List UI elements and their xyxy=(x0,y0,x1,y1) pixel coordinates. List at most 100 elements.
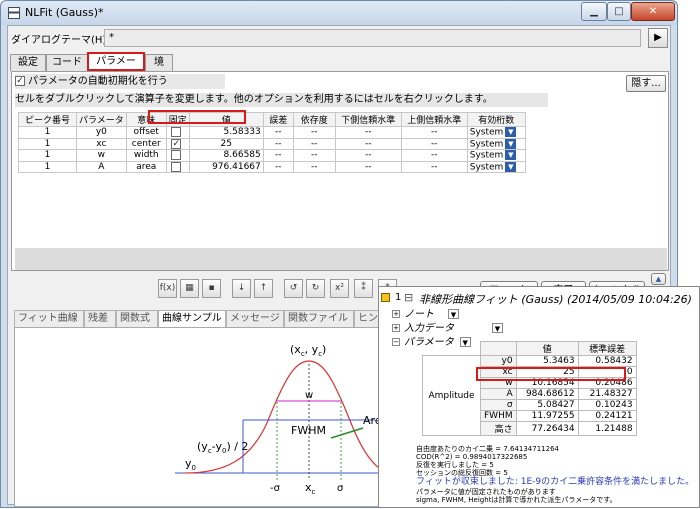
dropdown-icon[interactable]: ▼ xyxy=(505,127,517,137)
expand-icon[interactable]: + xyxy=(392,324,400,332)
cell-dependency[interactable]: -- xyxy=(292,126,336,139)
tab-formula[interactable]: 関数式 xyxy=(116,310,158,327)
fixed-checkbox[interactable] xyxy=(171,161,182,172)
cell-error[interactable]: -- xyxy=(262,160,294,173)
table-row[interactable]: 1 xc center ✓ 25 -- -- -- -- System ▼ xyxy=(18,137,526,150)
sort-up-icon[interactable]: ↑ xyxy=(254,279,273,298)
group-label: Amplitude xyxy=(422,355,481,436)
table-row[interactable]: 1 w width 8.66585 -- -- -- -- System ▼ xyxy=(18,149,526,162)
cell-param[interactable]: xc xyxy=(76,137,127,150)
table-header-row: 値 標準誤差 xyxy=(423,341,637,356)
param-error: 0.10243 xyxy=(577,399,637,411)
col-ucl: 上側信頼水準 xyxy=(400,112,468,127)
cell-ucl[interactable]: -- xyxy=(400,149,468,162)
cell-peak[interactable]: 1 xyxy=(18,160,77,173)
collapse-icon[interactable]: ▲ xyxy=(651,273,666,285)
maximize-button[interactable]: □ xyxy=(607,2,631,21)
cell-value[interactable]: 8.66585 xyxy=(188,149,264,162)
table-row[interactable]: 1 A area 976.41667 -- -- -- -- System ▼ xyxy=(18,160,526,173)
dropdown-icon[interactable]: ▼ xyxy=(505,138,517,149)
tree-item-notes[interactable]: + ノート ▼ xyxy=(392,305,459,320)
cell-peak[interactable]: 1 xyxy=(18,126,77,139)
cell-lcl[interactable]: -- xyxy=(334,149,402,162)
lock-icon[interactable] xyxy=(381,293,390,302)
cell-sig-digits[interactable]: System ▼ xyxy=(466,126,526,139)
title-bar[interactable]: NLFit (Gauss)* ▁ □ ✕ xyxy=(1,1,677,25)
fixed-checkbox[interactable] xyxy=(171,127,182,137)
table-header-row: ピーク番号 パラメータ 意味 固定 値 誤差 依存度 下側信頼水準 上側信頼水準… xyxy=(18,112,526,127)
tab-bounds[interactable]: 境界 xyxy=(145,54,173,83)
save-icon[interactable]: ▪ xyxy=(202,279,221,298)
cell-fixed[interactable] xyxy=(165,149,190,162)
chi-square-icon[interactable]: x² xyxy=(330,279,349,298)
cell-sig-digits[interactable]: System ▼ xyxy=(466,160,526,173)
result-parameter-table: 値 標準誤差 Amplitude y0 5.3463 0.58432 xc 25… xyxy=(422,341,637,436)
hide-button[interactable]: 隠す... xyxy=(626,75,666,92)
cell-lcl[interactable]: -- xyxy=(334,126,402,139)
cell-meaning[interactable]: center xyxy=(125,137,167,150)
cell-dependency[interactable]: -- xyxy=(292,149,336,162)
cell-lcl[interactable]: -- xyxy=(334,137,402,150)
cell-peak[interactable]: 1 xyxy=(18,137,77,150)
cell-sig-digits[interactable]: System ▼ xyxy=(466,149,526,162)
collapse-icon[interactable]: − xyxy=(392,338,400,346)
tab-parameters[interactable]: パラメータ xyxy=(87,52,145,82)
cell-fixed[interactable] xyxy=(165,126,190,139)
fixed-checkbox[interactable]: ✓ xyxy=(171,138,182,149)
cell-dependency[interactable]: -- xyxy=(292,160,336,173)
minimize-button[interactable]: ▁ xyxy=(581,2,607,21)
tab-function-file[interactable]: 関数ファイル xyxy=(284,310,354,327)
cell-fixed[interactable]: ✓ xyxy=(165,137,190,150)
cell-dependency[interactable]: -- xyxy=(292,137,336,150)
cell-peak[interactable]: 1 xyxy=(18,149,77,162)
auto-init-row[interactable]: ✓ パラメータの自動初期化を行う xyxy=(15,74,225,89)
close-button[interactable]: ✕ xyxy=(631,2,675,21)
dropdown-icon[interactable]: ▼ xyxy=(505,161,517,172)
sort-down-icon[interactable]: ↓ xyxy=(232,279,251,298)
cell-ucl[interactable]: -- xyxy=(400,160,468,173)
theme-field[interactable]: * xyxy=(104,29,641,47)
expand-icon[interactable]: + xyxy=(392,310,400,318)
dropdown-icon[interactable]: ▼ xyxy=(505,150,517,160)
cell-error[interactable]: -- xyxy=(262,137,294,150)
parameter-table: ピーク番号 パラメータ 意味 固定 値 誤差 依存度 下側信頼水準 上側信頼水準… xyxy=(18,112,526,173)
tab-messages[interactable]: メッセージ xyxy=(226,310,284,327)
theme-label: ダイアログテーマ(H) xyxy=(11,35,107,46)
cell-ucl[interactable]: -- xyxy=(400,137,468,150)
fixed-checkbox[interactable] xyxy=(171,150,182,160)
table-row[interactable]: 1 y0 offset 5.58333 -- -- -- -- System ▼ xyxy=(18,126,526,139)
cell-ucl[interactable]: -- xyxy=(400,126,468,139)
tab-curve-sample[interactable]: 曲線サンプル xyxy=(158,310,226,327)
dropdown-icon[interactable]: ▼ xyxy=(448,309,459,319)
cell-value[interactable]: 25 xyxy=(188,137,264,150)
tab-settings[interactable]: 設定 xyxy=(10,54,46,71)
param-table-icon[interactable]: ▦ xyxy=(180,279,199,298)
cell-sig-digits[interactable]: System ▼ xyxy=(466,137,526,150)
note-line: COD(R^2) = 0.9894017322685 xyxy=(416,453,528,461)
cell-value[interactable]: 976.41667 xyxy=(188,160,264,173)
dropdown-icon[interactable]: ▼ xyxy=(492,323,503,333)
cell-error[interactable]: -- xyxy=(262,149,294,162)
cell-fixed[interactable] xyxy=(165,160,190,173)
cell-param[interactable]: w xyxy=(76,149,127,162)
param-init-icon[interactable]: f(x) xyxy=(158,279,177,298)
cell-meaning[interactable]: offset xyxy=(125,126,167,139)
cell-meaning[interactable]: area xyxy=(125,160,167,173)
theme-arrow-button[interactable]: ▶ xyxy=(648,28,668,48)
fit-until-converge-icon[interactable]: ↻ xyxy=(306,279,325,298)
cell-value[interactable]: 5.58333 xyxy=(188,126,264,139)
xc-yc-label: (xc, yc) xyxy=(290,343,326,358)
tree-item-input-data[interactable]: + 入力データ ▼ xyxy=(392,319,503,334)
cell-meaning[interactable]: width xyxy=(125,149,167,162)
tab-code[interactable]: コード xyxy=(46,54,88,71)
simulate-icon[interactable]: ⁑ xyxy=(354,279,373,298)
cell-error[interactable]: -- xyxy=(262,126,294,139)
cell-param[interactable]: A xyxy=(76,160,127,173)
collapse-icon[interactable]: ⊟ xyxy=(404,291,413,304)
cell-param[interactable]: y0 xyxy=(76,126,127,139)
tab-fit-curve[interactable]: フィット曲線 xyxy=(14,310,84,327)
auto-init-checkbox[interactable]: ✓ xyxy=(15,76,25,86)
cell-lcl[interactable]: -- xyxy=(334,160,402,173)
one-iteration-icon[interactable]: ↺ xyxy=(284,279,303,298)
tab-residuals[interactable]: 残差 xyxy=(84,310,116,327)
